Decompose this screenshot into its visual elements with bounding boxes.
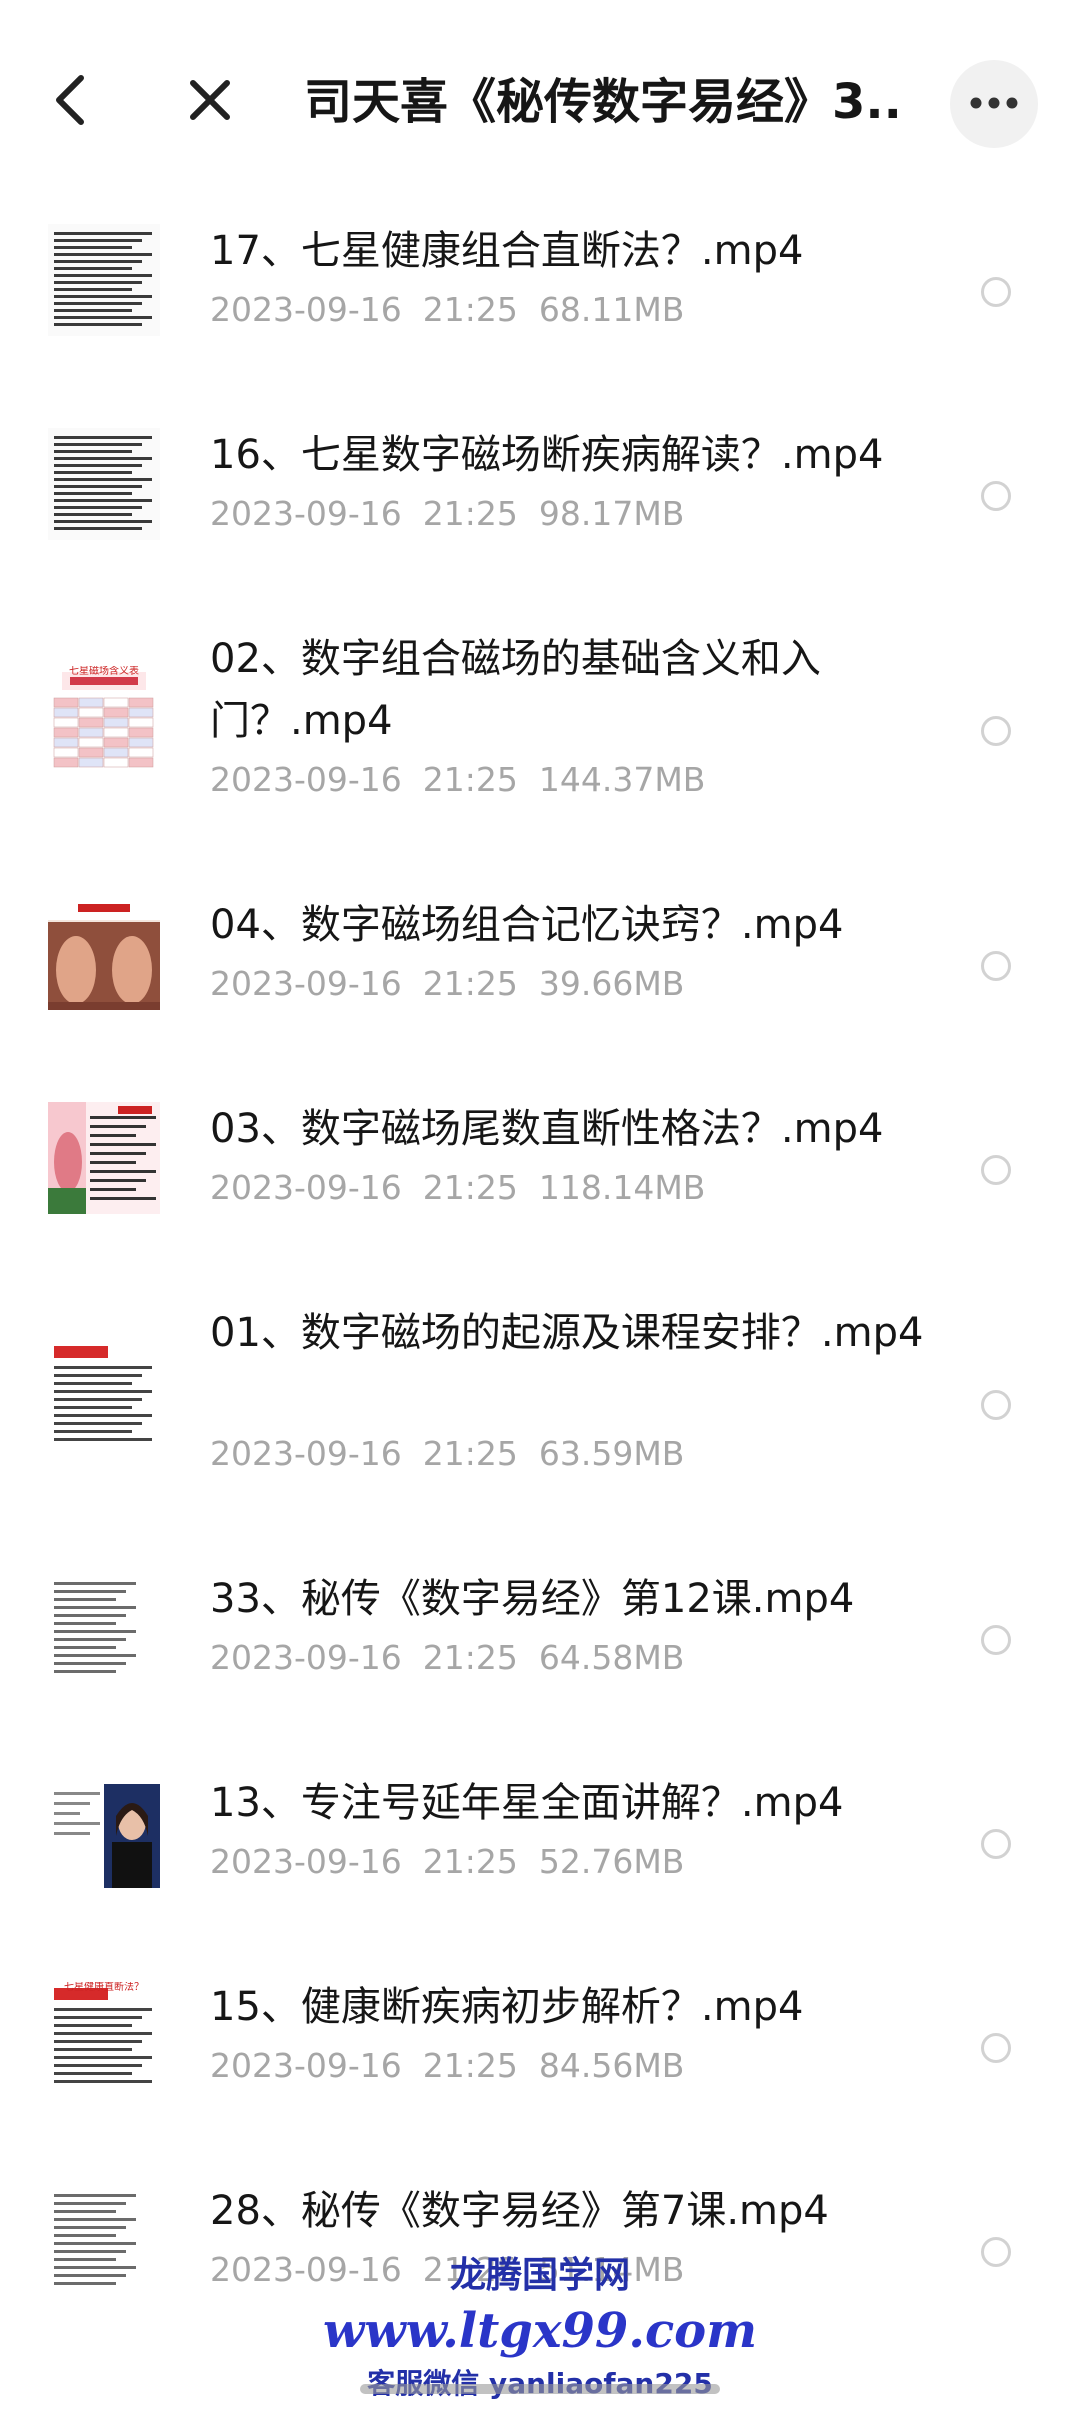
file-row[interactable]: 01、数字磁场的起源及课程安排？.mp4 2023-09-16 21:25 63.… (0, 1272, 1080, 1538)
video-thumbnail (48, 1102, 160, 1214)
file-name: 02、数字组合磁场的基础含义和入门？.mp4 (210, 636, 821, 744)
home-indicator[interactable] (360, 2384, 720, 2394)
file-date: 2023-09-16 21:25 (210, 494, 518, 533)
file-meta: 2023-09-16 21:25 118.14MB (210, 1166, 705, 1210)
thumbnail-caption: 七星磁场含义表 (69, 666, 139, 677)
file-date: 2023-09-16 21:25 (210, 1168, 518, 1207)
file-date: 2023-09-16 21:25 (210, 2250, 518, 2289)
file-row[interactable]: 28、秘传《数字易经》第7课.mp4 2023-09-16 21:25 51.14… (0, 2150, 1080, 2354)
select-radio[interactable] (981, 481, 1011, 511)
file-row[interactable]: 16、七星数字磁场断疾病解读？.mp4 2023-09-16 21:25 98.1… (0, 394, 1080, 598)
video-thumbnail (48, 2184, 160, 2296)
file-row[interactable]: 15、健康断疾病初步解析？.mp4 2023-09-16 21:25 84.56M… (0, 1946, 1080, 2150)
video-thumbnail (48, 224, 160, 336)
select-radio[interactable] (981, 1829, 1011, 1859)
select-radio[interactable] (981, 951, 1011, 981)
file-meta: 2023-09-16 21:25 52.76MB (210, 1840, 684, 1884)
close-icon (185, 75, 235, 129)
top-bar: 司天喜《秘传数字易经》3... (0, 0, 1080, 190)
file-name: 15、健康断疾病初步解析？.mp4 (210, 1984, 804, 2030)
file-name: 28、秘传《数字易经》第7课.mp4 (210, 2188, 829, 2234)
file-name: 33、秘传《数字易经》第12课.mp4 (210, 1576, 855, 1622)
video-thumbnail (48, 898, 160, 1010)
file-meta: 2023-09-16 21:25 68.11MB (210, 288, 684, 332)
select-radio[interactable] (981, 716, 1011, 746)
file-meta: 2023-09-16 21:25 84.56MB (210, 2044, 684, 2088)
file-size: 118.14MB (538, 1168, 706, 1207)
file-date: 2023-09-16 21:25 (210, 1638, 518, 1677)
file-size: 98.17MB (538, 494, 685, 533)
file-row[interactable]: 04、数字磁场组合记忆诀窍？.mp4 2023-09-16 21:25 39.66… (0, 864, 1080, 1068)
file-size: 63.59MB (538, 1434, 685, 1473)
chevron-left-icon (51, 70, 91, 134)
page-title: 司天喜《秘传数字易经》3... (304, 74, 904, 130)
file-row[interactable]: 33、秘传《数字易经》第12课.mp4 2023-09-16 21:25 64.5… (0, 1538, 1080, 1742)
file-date: 2023-09-16 21:25 (210, 1434, 518, 1473)
file-size: 64.58MB (538, 1638, 685, 1677)
file-name: 17、七星健康组合直断法？.mp4 (210, 228, 804, 274)
close-button[interactable] (170, 62, 250, 142)
file-size: 144.37MB (538, 760, 706, 799)
file-size: 84.56MB (538, 2046, 685, 2085)
file-row[interactable]: 13、专注号延年星全面讲解？.mp4 2023-09-16 21:25 52.76… (0, 1742, 1080, 1946)
file-name: 16、七星数字磁场断疾病解读？.mp4 (210, 432, 884, 478)
file-meta: 2023-09-16 21:25 144.37MB (210, 758, 705, 802)
file-size: 68.11MB (538, 290, 685, 329)
file-date: 2023-09-16 21:25 (210, 2046, 518, 2085)
select-radio[interactable] (981, 277, 1011, 307)
file-meta: 2023-09-16 21:25 98.17MB (210, 492, 684, 536)
file-date: 2023-09-16 21:25 (210, 760, 518, 799)
video-thumbnail (48, 1776, 160, 1888)
select-radio[interactable] (981, 2033, 1011, 2063)
file-date: 2023-09-16 21:25 (210, 964, 518, 1003)
file-name: 04、数字磁场组合记忆诀窍？.mp4 (210, 902, 844, 948)
select-radio[interactable] (981, 2237, 1011, 2267)
file-row[interactable]: 17、七星健康组合直断法？.mp4 2023-09-16 21:25 68.11M… (0, 190, 1080, 394)
back-button[interactable] (36, 62, 106, 142)
file-row[interactable]: 02、数字组合磁场的基础含义和入门？.mp4 2023-09-16 21:25 1… (0, 598, 1080, 864)
file-meta: 2023-09-16 21:25 64.58MB (210, 1636, 684, 1680)
file-date: 2023-09-16 21:25 (210, 290, 518, 329)
file-date: 2023-09-16 21:25 (210, 1842, 518, 1881)
select-radio[interactable] (981, 1625, 1011, 1655)
video-thumbnail (48, 428, 160, 540)
video-thumbnail (48, 1338, 160, 1450)
file-row[interactable]: 03、数字磁场尾数直断性格法？.mp4 2023-09-16 21:25 118.… (0, 1068, 1080, 1272)
file-size: 51.14MB (538, 2250, 685, 2289)
file-meta: 2023-09-16 21:25 39.66MB (210, 962, 684, 1006)
thumbnail-caption: 七星健康直断法？ (64, 1982, 144, 1993)
more-horizontal-icon (969, 95, 1019, 114)
select-radio[interactable] (981, 1155, 1011, 1185)
file-name: 01、数字磁场的起源及课程安排？.mp4 (210, 1310, 924, 1356)
file-size: 39.66MB (538, 964, 685, 1003)
video-thumbnail (48, 1572, 160, 1684)
file-meta: 2023-09-16 21:25 63.59MB (210, 1432, 684, 1476)
video-thumbnail (48, 664, 160, 776)
file-size: 52.76MB (538, 1842, 685, 1881)
file-meta: 2023-09-16 21:25 51.14MB (210, 2248, 684, 2292)
file-name: 03、数字磁场尾数直断性格法？.mp4 (210, 1106, 884, 1152)
file-name: 13、专注号延年星全面讲解？.mp4 (210, 1780, 844, 1826)
more-options-button[interactable] (950, 60, 1038, 148)
video-thumbnail (48, 1980, 160, 2092)
select-radio[interactable] (981, 1390, 1011, 1420)
